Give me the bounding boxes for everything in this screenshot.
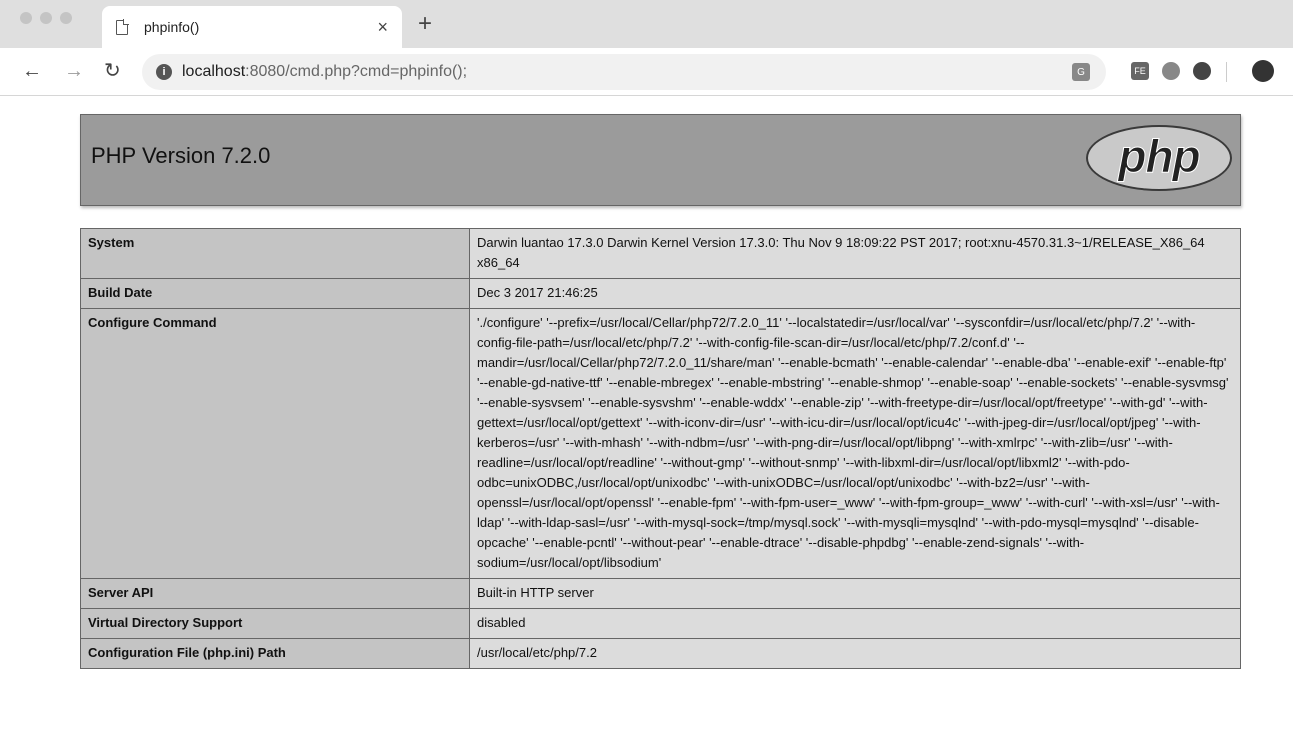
- tab-strip: phpinfo() × +: [0, 0, 1293, 48]
- row-value: Dec 3 2017 21:46:25: [469, 278, 1241, 309]
- address-bar[interactable]: i localhost :8080/cmd.php?cmd=phpinfo();…: [142, 54, 1106, 90]
- php-version-header: PHP Version 7.2.0 php: [80, 114, 1241, 206]
- php-logo[interactable]: php: [1086, 125, 1232, 191]
- table-row: Virtual Directory Support disabled: [80, 608, 1241, 639]
- row-key: Virtual Directory Support: [80, 608, 470, 639]
- table-row: System Darwin luantao 17.3.0 Darwin Kerne…: [80, 228, 1241, 279]
- row-value: Built-in HTTP server: [469, 578, 1241, 609]
- row-key: Server API: [80, 578, 470, 609]
- site-info-icon[interactable]: i: [156, 64, 172, 80]
- browser-toolbar: ← → ↻ i localhost :8080/cmd.php?cmd=phpi…: [0, 48, 1293, 96]
- phpinfo-table: System Darwin luantao 17.3.0 Darwin Kerne…: [80, 228, 1241, 669]
- tab-close-icon[interactable]: ×: [377, 17, 388, 38]
- table-row: Configure Command './configure' '--prefix…: [80, 308, 1241, 579]
- extension-icon[interactable]: FE: [1131, 62, 1149, 80]
- extension-globe-icon[interactable]: [1193, 62, 1211, 80]
- minimize-window-button[interactable]: [40, 12, 52, 24]
- extension-cookie-icon[interactable]: [1162, 62, 1180, 80]
- table-row: Build Date Dec 3 2017 21:46:25: [80, 278, 1241, 309]
- row-value: disabled: [469, 608, 1241, 639]
- page-content: PHP Version 7.2.0 php System Darwin luant…: [0, 96, 1293, 745]
- row-key: System: [80, 228, 470, 279]
- browser-tab[interactable]: phpinfo() ×: [102, 6, 402, 48]
- reload-icon[interactable]: ↻: [104, 60, 121, 82]
- close-window-button[interactable]: [20, 12, 32, 24]
- table-row: Configuration File (php.ini) Path/usr/lo…: [80, 638, 1241, 669]
- tab-title: phpinfo(): [144, 19, 200, 35]
- row-value: './configure' '--prefix=/usr/local/Cella…: [469, 308, 1241, 579]
- back-arrow-icon[interactable]: ←: [22, 60, 42, 82]
- translate-icon[interactable]: G: [1072, 63, 1090, 81]
- php-logo-text: php: [1118, 130, 1201, 182]
- row-value: /usr/local/etc/php/7.2: [469, 638, 1241, 669]
- profile-icon[interactable]: [1252, 60, 1274, 82]
- row-key: Build Date: [80, 278, 470, 309]
- url-path: :8080/cmd.php?cmd=phpinfo();: [245, 63, 468, 80]
- url-host: localhost: [182, 63, 246, 80]
- row-value: Darwin luantao 17.3.0 Darwin Kernel Vers…: [469, 228, 1241, 279]
- window-controls: [20, 12, 72, 24]
- row-key: Configuration File (php.ini) Path: [80, 638, 470, 669]
- maximize-window-button[interactable]: [60, 12, 72, 24]
- table-row: Server API Built-in HTTP server: [80, 578, 1241, 609]
- new-tab-plus-icon[interactable]: +: [418, 10, 432, 38]
- toolbar-divider: [1226, 62, 1227, 82]
- page-title: PHP Version 7.2.0: [91, 143, 271, 168]
- forward-arrow-icon[interactable]: →: [64, 60, 84, 82]
- page-icon: [116, 19, 129, 35]
- row-key: Configure Command: [80, 308, 470, 579]
